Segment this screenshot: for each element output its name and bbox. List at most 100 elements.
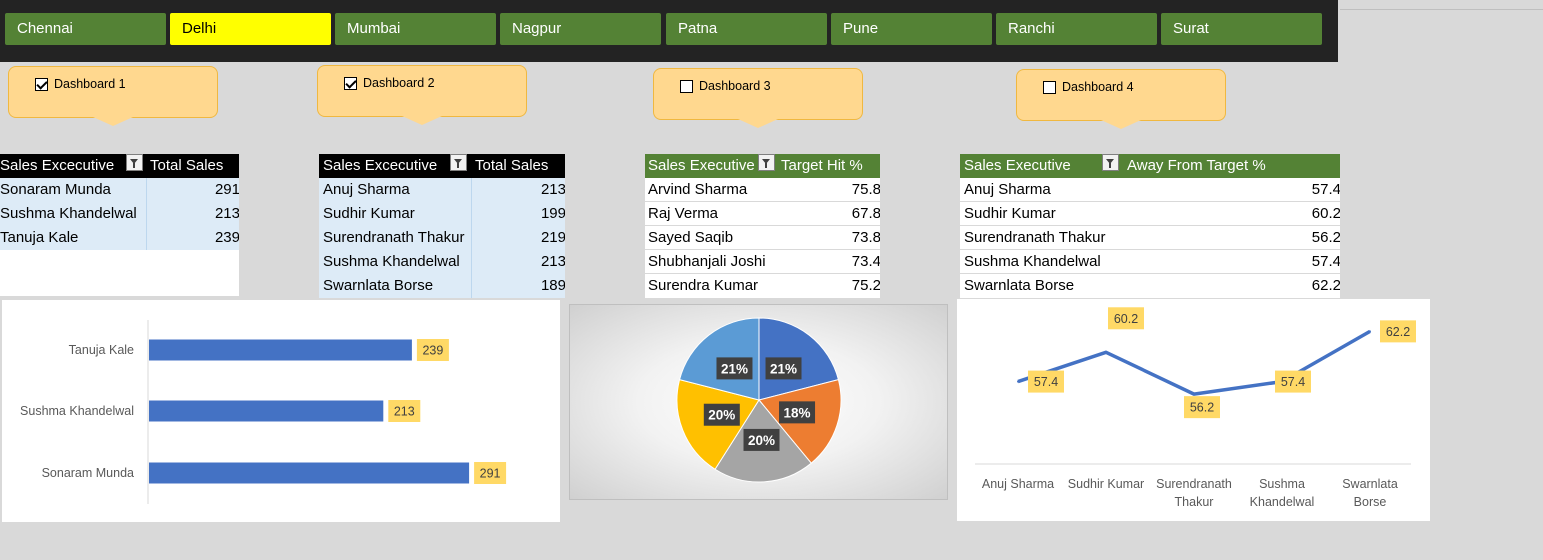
table-row[interactable]: Anuj Sharma 57.4	[960, 178, 1340, 202]
divider-line	[1340, 9, 1543, 10]
table-row[interactable]: Shubhanjali Joshi 73.4	[645, 250, 880, 274]
bar-category-label: Tanuja Kale	[69, 343, 134, 357]
column-header-executive: Sales Excecutive	[0, 157, 115, 174]
filter-icon[interactable]	[450, 154, 467, 171]
column-header-executive: Sales Executive	[648, 157, 755, 174]
slicer-item-delhi[interactable]: Delhi	[170, 13, 331, 45]
pie-data-label: 18%	[784, 405, 811, 420]
executive-name: Anuj Sharma	[323, 181, 410, 198]
checkbox-box[interactable]	[680, 79, 693, 93]
callout-tail	[738, 119, 778, 128]
executive-name: Sushma Khandelwal	[323, 253, 460, 270]
value-cell: 57.4	[1311, 253, 1340, 270]
executive-name: Raj Verma	[648, 205, 719, 222]
table-row[interactable]: Sushma Khandelwal 57.4	[960, 250, 1340, 274]
filter-icon[interactable]	[758, 154, 775, 171]
dashboard-2-checkbox[interactable]: Dashboard 2	[344, 76, 435, 90]
line-category-label: Sushma	[1259, 477, 1305, 491]
column-header-value: Target Hit %	[781, 157, 863, 174]
table-row[interactable]: Surendra Kumar 75.2	[645, 274, 880, 298]
slicer-item-mumbai[interactable]: Mumbai	[335, 13, 496, 45]
line-chart: 57.4 60.2 56.2 57.4 62.2 Anuj Sharma Sudhir Ku…	[957, 299, 1430, 521]
line-point	[1017, 380, 1019, 383]
dashboard-3-checkbox[interactable]: Dashboard 3	[680, 79, 771, 93]
executive-name: Sushma Khandelwal	[0, 205, 137, 222]
executive-name: Sudhir Kumar	[964, 205, 1056, 222]
table-header: Sales Excecutive Total Sales	[0, 154, 239, 178]
pie-chart: 21% 18% 20% 20% 21%	[569, 304, 948, 500]
slicer-item-pune[interactable]: Pune	[831, 13, 992, 45]
table-row[interactable]: Sudhir Kumar 199	[319, 202, 565, 226]
bar-sonaram-munda	[149, 462, 470, 484]
value-cell: 75.2	[851, 277, 880, 294]
value-cell: 239	[214, 229, 239, 246]
executive-name: Sudhir Kumar	[323, 205, 415, 222]
slicer-item-surat[interactable]: Surat	[1161, 13, 1322, 45]
dashboard-4-checkbox[interactable]: Dashboard 4	[1043, 80, 1134, 94]
line-point	[1369, 330, 1371, 333]
line-data-label: 57.4	[1281, 375, 1305, 389]
executive-name: Surendra Kumar	[648, 277, 759, 294]
executive-name: Sayed Saqib	[648, 229, 734, 246]
value-cell: 189	[540, 277, 565, 294]
filter-icon[interactable]	[1102, 154, 1119, 171]
table-row[interactable]: Sushma Khandelwal 213	[319, 250, 565, 274]
table-row[interactable]: Sushma Khandelwal 213	[0, 202, 239, 226]
column-header-value: Away From Target %	[1127, 157, 1266, 174]
column-header-executive: Sales Executive	[964, 157, 1071, 174]
slicer-item-ranchi[interactable]: Ranchi	[996, 13, 1157, 45]
value-cell: 213	[540, 181, 565, 198]
pie-chart-svg: 21% 18% 20% 20% 21%	[676, 317, 842, 483]
filter-icon[interactable]	[126, 154, 143, 171]
table-row[interactable]: Sayed Saqib 73.8	[645, 226, 880, 250]
value-cell: 62.2	[1311, 277, 1340, 294]
table-row[interactable]: Raj Verma 67.8	[645, 202, 880, 226]
line-category-label: Thakur	[1175, 495, 1214, 509]
value-cell: 73.8	[851, 229, 880, 246]
slicer-item-nagpur[interactable]: Nagpur	[500, 13, 661, 45]
table-row[interactable]: Surendranath Thakur 56.2	[960, 226, 1340, 250]
dashboard-4-label: Dashboard 4	[1062, 80, 1134, 94]
value-cell: 57.4	[1311, 181, 1340, 198]
executive-name: Surendranath Thakur	[323, 229, 465, 246]
dashboard-3-label: Dashboard 3	[699, 79, 771, 93]
bar-chart-svg: Tanuja Kale 239 Sushma Khandelwal 213 Sonara…	[20, 320, 507, 504]
slicer-item-patna[interactable]: Patna	[666, 13, 827, 45]
table-row[interactable]: Swarnlata Borse 62.2	[960, 274, 1340, 298]
bar-sushma-khandelwal	[149, 400, 384, 422]
bar-data-label: 213	[394, 405, 415, 419]
slicer-item-chennai[interactable]: Chennai	[5, 13, 166, 45]
checkbox-box[interactable]	[1043, 80, 1056, 94]
table-row[interactable]: Surendranath Thakur 219	[319, 226, 565, 250]
line-category-label: Borse	[1354, 495, 1387, 509]
bar-chart: Tanuja Kale 239 Sushma Khandelwal 213 Sonara…	[2, 300, 560, 522]
line-category-label: Surendranath	[1156, 477, 1232, 491]
table-row[interactable]: Arvind Sharma 75.8	[645, 178, 880, 202]
callout-tail	[93, 117, 133, 126]
checkbox-box[interactable]	[344, 76, 357, 90]
dashboard-1-checkbox[interactable]: Dashboard 1	[35, 77, 126, 91]
dashboard-callout-3: Dashboard 3	[653, 68, 863, 128]
table-header: Sales Executive Away From Target %	[960, 154, 1340, 178]
pie-data-label: 20%	[708, 408, 735, 423]
line-point	[1105, 351, 1107, 354]
table-row[interactable]: Anuj Sharma 213	[319, 178, 565, 202]
line-chart-svg: 57.4 60.2 56.2 57.4 62.2 Anuj Sharma Sudhir Ku…	[975, 307, 1416, 509]
line-category-label: Swarnlata	[1342, 477, 1398, 491]
table-row[interactable]: Swarnlata Borse 189	[319, 274, 565, 298]
table-header: Sales Excecutive Total Sales	[319, 154, 565, 178]
bar-category-label: Sonaram Munda	[42, 466, 134, 480]
bar-data-label: 291	[480, 467, 501, 481]
table-row[interactable]: Sudhir Kumar 60.2	[960, 202, 1340, 226]
executive-name: Tanuja Kale	[0, 229, 79, 246]
table-header: Sales Executive Target Hit %	[645, 154, 880, 178]
table-row[interactable]: Sonaram Munda 291	[0, 178, 239, 202]
table-row[interactable]: Tanuja Kale 239	[0, 226, 239, 250]
line-category-label: Anuj Sharma	[982, 477, 1054, 491]
value-cell: 219	[540, 229, 565, 246]
value-cell: 73.4	[851, 253, 880, 270]
executive-name: Shubhanjali Joshi	[648, 253, 766, 270]
bar-tanuja-kale	[149, 339, 412, 361]
value-cell: 56.2	[1311, 229, 1340, 246]
checkbox-box[interactable]	[35, 77, 48, 91]
